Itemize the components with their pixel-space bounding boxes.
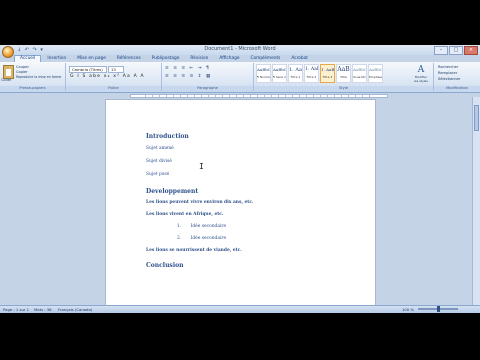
- language-indicator[interactable]: Français (Canada): [58, 307, 92, 312]
- word-window: Document1 - Microsoft Word ↓ ↶ ↷ ▾ – □ ×…: [0, 45, 480, 313]
- zoom-slider[interactable]: [418, 306, 458, 312]
- style-name: ¶ Sans inte...: [273, 75, 287, 79]
- style-preview: 1. AaBl: [289, 67, 302, 73]
- tab-references[interactable]: Références: [112, 55, 146, 62]
- list-number: 2.: [177, 236, 182, 241]
- style-emphase[interactable]: AaBbCcDc Emphase...: [368, 64, 383, 83]
- style-name: Emphase...: [369, 75, 383, 79]
- style-name: ¶ Normal: [257, 75, 271, 79]
- styles-group-label: Style: [254, 86, 433, 91]
- style-preview: AaB: [337, 66, 350, 73]
- tab-affichage[interactable]: Affichage: [214, 55, 244, 62]
- close-button[interactable]: ×: [464, 46, 478, 55]
- list-item: 2. Idée secondaire: [146, 236, 254, 242]
- tab-mise-en-page[interactable]: Mise en page: [72, 55, 111, 62]
- document-page[interactable]: Introduction Sujet amené Sujet divisé Su…: [106, 100, 375, 305]
- replace-button[interactable]: Remplacer: [438, 71, 457, 75]
- style-preview: AaBbCc.: [353, 67, 367, 72]
- list-number: 1.: [177, 224, 182, 229]
- style-name: Sous-titre: [353, 75, 367, 79]
- font-size-select[interactable]: 13: [108, 66, 124, 73]
- tab-complements[interactable]: Compléments: [246, 55, 286, 62]
- title-bar: Document1 - Microsoft Word ↓ ↶ ↷ ▾ – □ ×: [0, 45, 480, 55]
- style-preview: AaBbCcDc: [369, 67, 383, 72]
- paragraph: Les lions se nourrissent de viande, etc.: [146, 248, 242, 253]
- paragraph-group: ≡ ≡ ≡ ⇤ ⇥ ¶ ≡ ≡ ≡ ≡ ↕ ▦ Paragraphe: [162, 63, 254, 91]
- office-button[interactable]: [2, 46, 14, 58]
- cut-button[interactable]: Couper: [16, 65, 29, 69]
- tab-acrobat[interactable]: Acrobat: [286, 55, 313, 62]
- style-titre-2[interactable]: 1. AaBb Titre 2: [304, 64, 319, 83]
- paragraph: Les lions peuvent vivre environ dix ans,…: [146, 200, 254, 205]
- style-titre[interactable]: AaB Titre: [336, 64, 351, 83]
- ribbon-tabs: Accueil Insertion Mise en page Référence…: [14, 55, 313, 62]
- style-titre-1[interactable]: 1. AaBl Titre 1: [288, 64, 303, 83]
- ruler-ticks: [145, 95, 373, 97]
- heading-introduction: Introduction: [146, 133, 189, 140]
- document-body[interactable]: Introduction Sujet amené Sujet divisé Su…: [146, 133, 254, 270]
- heading-conclusion: Conclusion: [146, 262, 184, 269]
- list-text: Idée secondaire: [190, 224, 227, 229]
- select-button[interactable]: Sélectionner: [438, 77, 461, 81]
- maximize-button[interactable]: □: [449, 46, 463, 55]
- change-styles-label: Modifier les styles: [414, 75, 428, 83]
- tab-revision[interactable]: Révision: [185, 55, 213, 62]
- vertical-scrollbar[interactable]: [472, 97, 480, 306]
- scrollbar-thumb[interactable]: [474, 105, 479, 131]
- font-group: Cambria (Titres) 13 G I S abe x₂ x² Aa A…: [66, 63, 162, 91]
- list-item: 1. Idée secondaire: [146, 224, 254, 230]
- style-normal[interactable]: AaBbCcDc ¶ Normal: [256, 64, 271, 83]
- list-text: Idée secondaire: [190, 236, 227, 241]
- tab-publipostage[interactable]: Publipostage: [147, 55, 185, 62]
- quick-access-toolbar[interactable]: ↓ ↶ ↷ ▾: [17, 47, 44, 53]
- paragraph: Les lions vivent en Afrique, etc.: [146, 212, 224, 217]
- window-controls: – □ ×: [434, 46, 478, 55]
- style-preview: AaBbCcDc: [273, 67, 287, 72]
- style-name: Titre 1: [290, 75, 301, 79]
- tab-accueil[interactable]: Accueil: [14, 55, 42, 62]
- paragraph-group-label: Paragraphe: [162, 86, 253, 91]
- font-format-buttons[interactable]: G I S abe x₂ x² Aa A A: [70, 74, 145, 79]
- paste-button[interactable]: Coller: [1, 78, 11, 82]
- font-group-label: Police: [66, 86, 161, 91]
- style-name: Titre: [340, 75, 347, 79]
- copy-button[interactable]: Copier: [16, 70, 28, 74]
- style-titre-3[interactable]: 1. AaBbC Titre 3: [320, 64, 335, 83]
- paragraph-buttons-row1[interactable]: ≡ ≡ ≡ ⇤ ⇥ ¶: [165, 66, 210, 71]
- styles-group: AaBbCcDc¶ Normal AaBbCcDc¶ Sans inte... …: [254, 63, 434, 91]
- horizontal-ruler[interactable]: [130, 94, 388, 98]
- find-button[interactable]: Rechercher: [438, 65, 458, 69]
- style-name: Titre 2: [306, 75, 317, 79]
- text-cursor-icon: I: [199, 162, 204, 171]
- style-preview: 1. AaBbC: [321, 67, 335, 72]
- style-preview: 1. AaBb: [305, 67, 318, 72]
- style-preview: AaBbCcDc: [257, 67, 271, 72]
- paragraph: Sujet amené: [146, 146, 174, 151]
- clipboard-group: Coller Couper Copier Reproduire la mise …: [0, 63, 66, 91]
- editing-group: Rechercher Remplacer Sélectionner Modifi…: [434, 63, 480, 91]
- paragraph: Sujet posé: [146, 172, 170, 177]
- style-sous-titre[interactable]: AaBbCc. Sous-titre: [352, 64, 367, 83]
- style-sans-interligne[interactable]: AaBbCcDc ¶ Sans inte...: [272, 64, 287, 83]
- minimize-button[interactable]: –: [434, 46, 448, 55]
- change-styles-button[interactable]: A Modifier les styles: [413, 65, 429, 83]
- font-name-select[interactable]: Cambria (Titres): [69, 66, 107, 73]
- page-count[interactable]: Page : 1 sur 1: [3, 307, 29, 312]
- editing-group-label: Modification: [434, 86, 480, 91]
- style-name: Titre 3: [322, 75, 333, 79]
- word-count[interactable]: Mots : 38: [34, 307, 52, 312]
- tab-insertion[interactable]: Insertion: [42, 55, 71, 62]
- heading-developpement: Developpement: [146, 188, 199, 195]
- paragraph-buttons-row2[interactable]: ≡ ≡ ≡ ≡ ↕ ▦: [165, 74, 212, 79]
- ribbon: Coller Couper Copier Reproduire la mise …: [0, 62, 480, 93]
- window-title: Document1 - Microsoft Word: [204, 46, 276, 52]
- zoom-level[interactable]: 100 %: [402, 307, 414, 312]
- status-bar: Page : 1 sur 1 Mots : 38 Français (Canad…: [0, 305, 480, 313]
- paste-icon[interactable]: [3, 65, 14, 79]
- clipboard-group-label: Presse-papiers: [0, 86, 65, 91]
- style-gallery: AaBbCcDc¶ Normal AaBbCcDc¶ Sans inte... …: [256, 64, 383, 83]
- format-painter-button[interactable]: Reproduire la mise en forme: [16, 75, 61, 79]
